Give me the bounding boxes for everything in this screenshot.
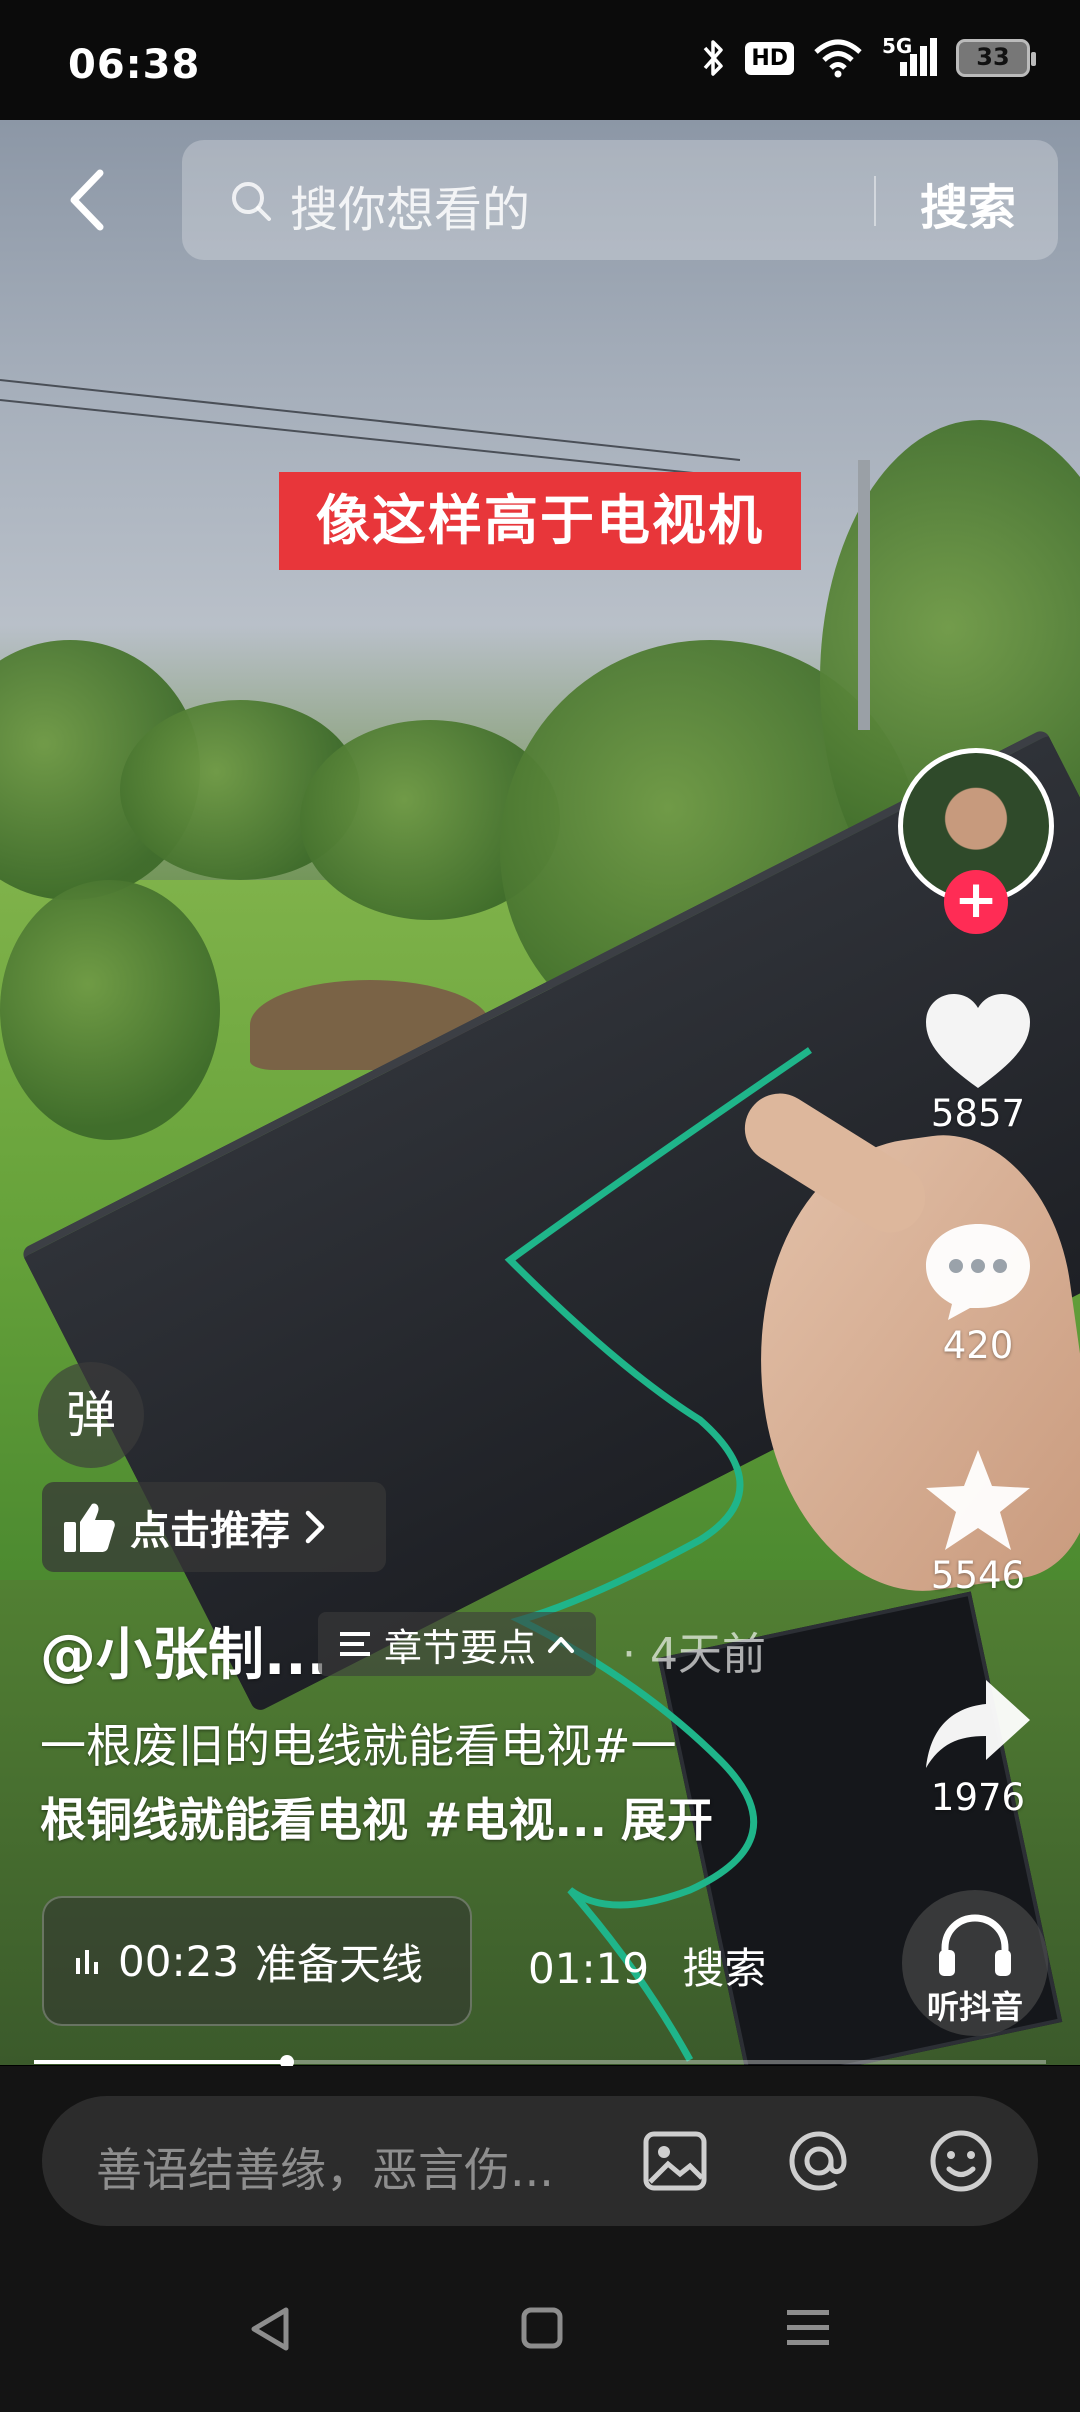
heart-icon [926,994,1030,1088]
cellular-signal: 5G [882,34,938,78]
search-button[interactable]: 搜索 [920,168,1016,238]
search-icon [232,182,271,221]
share-count: 1976 [930,1776,1026,1819]
nav-menu-icon[interactable] [785,2306,831,2350]
chevron-up-icon [548,1637,575,1653]
follow-button[interactable]: + [944,870,1008,934]
emoji-icon[interactable] [928,2128,994,2194]
bluetooth-icon [704,40,724,76]
search-divider [874,176,876,226]
recommend-button[interactable]: 点击推荐 [42,1482,386,1572]
listen-douyin-button[interactable]: 听抖音 [902,1890,1048,2036]
image-icon[interactable] [642,2128,708,2194]
comment-input-bar[interactable]: 善语结善缘，恶言伤... [42,2096,1038,2226]
playback-progress-fill [34,2060,287,2064]
expand-button[interactable]: 展开 [621,1793,713,1847]
nav-back-icon[interactable] [246,2304,296,2354]
chevron-right-icon [305,1510,325,1544]
comment-input[interactable]: 善语结善缘，恶言伤... [96,2134,554,2200]
status-icons: HD 5G 33 [701,34,1036,78]
nav-home-icon[interactable] [520,2306,564,2350]
thumbs-up-icon [64,1503,115,1552]
like-button[interactable]: 5857 [898,992,1058,1135]
headphones-icon [939,1914,1011,1976]
list-icon [340,1632,370,1656]
back-button[interactable] [60,165,120,235]
search-bar[interactable]: 搜你想看的 搜索 [182,140,1058,260]
navigation-bar [0,2246,1080,2412]
favorite-count: 5546 [930,1554,1026,1597]
status-time: 06:38 [68,42,201,88]
audio-bars-icon [76,1950,98,1974]
chapter-label: 章节要点 [384,1625,537,1670]
share-icon [926,1680,1030,1768]
favorite-button[interactable]: 5546 [898,1446,1058,1597]
share-button[interactable]: 1976 [898,1672,1058,1819]
video-caption: 像这样高于电视机 [279,472,801,570]
playback-progress-bar[interactable] [34,2055,1046,2069]
danmu-toggle-button[interactable]: 弹 [38,1362,144,1468]
current-chapter-time: 00:23 [118,1936,240,1986]
wifi-icon [814,39,862,78]
battery-level: 33 [976,43,1010,71]
mention-icon[interactable] [786,2128,852,2194]
like-count: 5857 [930,1092,1026,1135]
battery-icon: 33 [956,39,1036,77]
current-chapter-title: 准备天线 [255,1939,424,1989]
comment-icon [926,1224,1030,1320]
recommend-label: 点击推荐 [130,1508,290,1554]
next-chapter-time: 01:19 [528,1944,650,1993]
hd-badge: HD [745,41,794,75]
signal-icon [900,38,937,76]
author-name[interactable]: @小张制... [40,1610,328,1691]
next-chapter-title: 搜索 [682,1944,767,1993]
listen-label: 听抖音 [926,1988,1023,2026]
next-chapter-chip[interactable]: 01:19 搜索 [528,1935,766,1996]
comment-button[interactable]: 420 [898,1220,1058,1367]
post-description-line2: 根铜线就能看电视 #电视... 展开 [40,1784,713,1850]
post-description-line1: 一根废旧的电线就能看电视#一 [40,1719,677,1773]
post-time: · 4天前 [622,1629,766,1680]
back-arrow-icon [70,169,104,231]
comment-count: 420 [942,1324,1014,1367]
star-icon [926,1450,1030,1550]
status-bar: 06:38 HD 5G 33 [0,0,1080,120]
current-chapter-chip[interactable]: 00:23 准备天线 [42,1896,472,2026]
post-description-text: 根铜线就能看电视 #电视... [40,1793,607,1847]
chapter-summary-button[interactable]: 章节要点 [318,1612,597,1676]
search-input[interactable]: 搜你想看的 [290,170,530,240]
